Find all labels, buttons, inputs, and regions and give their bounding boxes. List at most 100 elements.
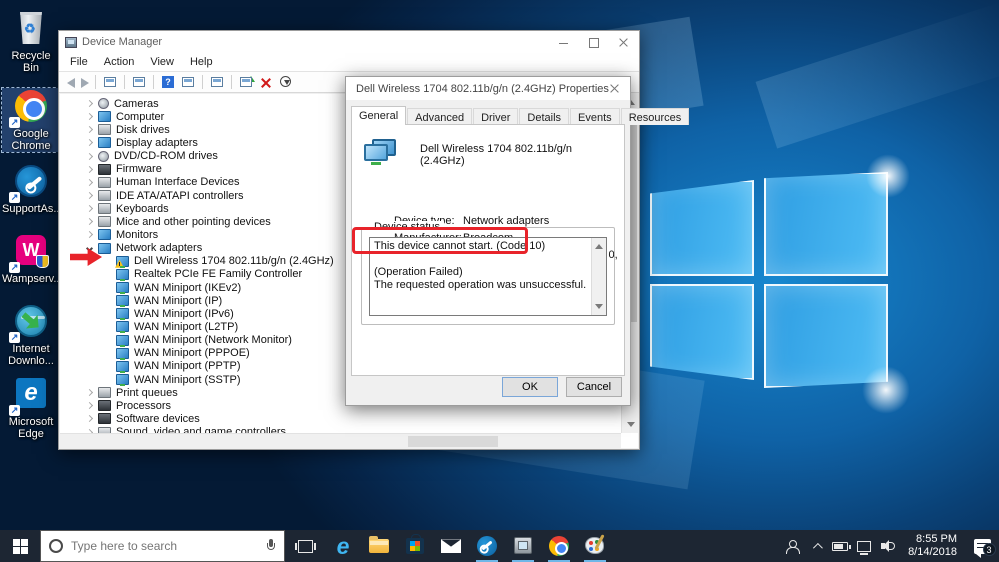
expand-icon[interactable] — [84, 178, 94, 186]
toolbar-back-button[interactable] — [67, 78, 75, 88]
desktop-icon-google-chrome[interactable]: ↗ Google Chrome — [1, 87, 61, 153]
microsoft-store-icon — [404, 534, 426, 557]
windows-logo — [648, 154, 910, 414]
camera-icon — [98, 98, 109, 110]
taskbar-app-edge[interactable]: e — [325, 530, 361, 562]
taskbar-app-paint[interactable] — [577, 530, 613, 562]
tree-item-label: WAN Miniport (L2TP) — [134, 320, 239, 333]
network-adapter-icon — [116, 282, 129, 295]
minimize-button[interactable] — [549, 31, 579, 53]
toolbar-console-window-button[interactable] — [102, 75, 118, 90]
toolbar-help-button[interactable]: ? — [160, 75, 176, 90]
desktop: ♻ Recycle Bin ↗ Google Chrome ↗ SupportAs... W… — [0, 0, 999, 562]
taskbar-app-microsoft-store[interactable] — [397, 530, 433, 562]
taskbar-app-file-explorer[interactable] — [361, 530, 397, 562]
expand-icon[interactable] — [84, 231, 94, 239]
tab-resources[interactable]: Resources — [620, 108, 690, 125]
microphone-icon[interactable] — [266, 539, 276, 553]
expand-icon[interactable] — [84, 205, 94, 213]
taskbar-app-chrome[interactable] — [541, 530, 577, 562]
tree-item-label: Disk drives — [116, 123, 170, 136]
show-hidden-icons-button[interactable] — [804, 530, 828, 562]
desktop-icon-wampserver[interactable]: W ↗ Wampserv... — [2, 233, 63, 285]
maximize-button[interactable] — [579, 31, 609, 53]
network-adapter-icon — [116, 347, 129, 360]
search-input[interactable] — [71, 539, 258, 553]
toolbar-remote-computer-button[interactable] — [209, 75, 225, 90]
tab-driver[interactable]: Driver — [473, 108, 519, 125]
taskbar-app-device-manager[interactable] — [505, 530, 541, 562]
people-button[interactable] — [780, 530, 804, 562]
tree-item-software-device[interactable]: Software devices — [60, 412, 621, 425]
tree-item-sound-controller[interactable]: Sound, video and game controllers — [60, 426, 621, 433]
expand-icon[interactable] — [84, 192, 94, 200]
expand-icon[interactable] — [84, 402, 94, 410]
toolbar-properties-button[interactable] — [131, 75, 147, 90]
toolbar-disable-device-button[interactable] — [278, 75, 294, 90]
clock[interactable]: 8:55 PM 8/14/2018 — [900, 533, 965, 559]
toolbar-uninstall-device-button[interactable] — [258, 75, 274, 90]
tab-advanced[interactable]: Advanced — [407, 108, 473, 125]
menu-help[interactable]: Help — [182, 54, 221, 70]
start-button[interactable] — [0, 530, 40, 562]
expand-icon[interactable] — [84, 389, 94, 397]
ide-controller-icon — [98, 190, 111, 202]
menu-file[interactable]: File — [62, 54, 96, 70]
tree-item-label: WAN Miniport (IP) — [134, 294, 223, 307]
status-line — [374, 253, 588, 266]
desktop-icon-recycle-bin[interactable]: ♻ Recycle Bin — [2, 10, 60, 74]
menu-view[interactable]: View — [142, 54, 182, 70]
computer-icon — [98, 111, 111, 123]
search-box[interactable] — [40, 530, 285, 562]
scrollbar-thumb[interactable] — [407, 436, 498, 447]
tab-general[interactable]: General — [351, 106, 407, 125]
scroll-down-icon[interactable] — [627, 422, 635, 427]
cancel-button[interactable]: Cancel — [566, 377, 622, 397]
desktop-icon-internet-download-manager[interactable]: ↗ Internet Downlo... — [2, 303, 60, 367]
network-button[interactable] — [852, 530, 876, 562]
toolbar-update-driver-button[interactable] — [238, 75, 255, 90]
edge-logo-icon: e — [16, 378, 46, 408]
network-adapter-icon — [115, 255, 129, 268]
taskbar-app-supportassist[interactable] — [469, 530, 505, 562]
help-icon: ? — [162, 75, 174, 88]
expand-icon[interactable] — [84, 415, 94, 423]
scroll-up-icon[interactable] — [595, 244, 603, 249]
expand-icon[interactable] — [84, 113, 94, 121]
system-tray: 8:55 PM 8/14/2018 3 — [780, 530, 999, 562]
menu-action[interactable]: Action — [96, 54, 143, 70]
taskbar-app-mail[interactable] — [433, 530, 469, 562]
action-center-button[interactable]: 3 — [965, 530, 999, 562]
desktop-icon-microsoft-edge[interactable]: e ↗ Microsoft Edge — [2, 376, 60, 440]
expand-icon[interactable] — [84, 126, 94, 134]
expand-icon[interactable] — [84, 139, 94, 147]
expand-icon[interactable] — [84, 100, 94, 108]
update-driver-icon — [240, 76, 252, 87]
tab-details[interactable]: Details — [519, 108, 570, 125]
toolbar-forward-button[interactable] — [81, 78, 89, 88]
device-manager-titlebar[interactable]: Device Manager — [59, 31, 639, 53]
wampserver-logo-icon: W — [16, 235, 49, 268]
desktop-icon-supportassist[interactable]: ↗ SupportAs... — [2, 163, 63, 215]
desktop-icon-label: Internet Downlo... — [8, 343, 54, 367]
scroll-down-icon[interactable] — [595, 304, 603, 309]
close-button[interactable] — [609, 31, 639, 53]
task-view-icon — [294, 539, 316, 553]
software-device-icon — [98, 413, 111, 425]
toolbar-scan-hardware-button[interactable] — [180, 75, 196, 90]
dialog-close-icon[interactable] — [600, 77, 630, 99]
expand-icon[interactable] — [84, 165, 94, 173]
dialog-titlebar[interactable]: Dell Wireless 1704 802.11b/g/n (2.4GHz) … — [346, 77, 630, 100]
tab-events[interactable]: Events — [570, 108, 620, 125]
horizontal-scrollbar[interactable] — [60, 433, 621, 448]
battery-button[interactable] — [828, 530, 852, 562]
expand-icon[interactable] — [84, 218, 94, 226]
expand-icon[interactable] — [84, 152, 94, 160]
ok-button[interactable]: OK — [502, 377, 558, 397]
tree-item-label: WAN Miniport (IPv6) — [134, 307, 234, 320]
tree-item-label: WAN Miniport (IKEv2) — [134, 281, 242, 294]
volume-button[interactable] — [876, 530, 900, 562]
status-scrollbar[interactable] — [591, 238, 606, 315]
mail-icon — [440, 535, 462, 557]
task-view-button[interactable] — [285, 530, 325, 562]
